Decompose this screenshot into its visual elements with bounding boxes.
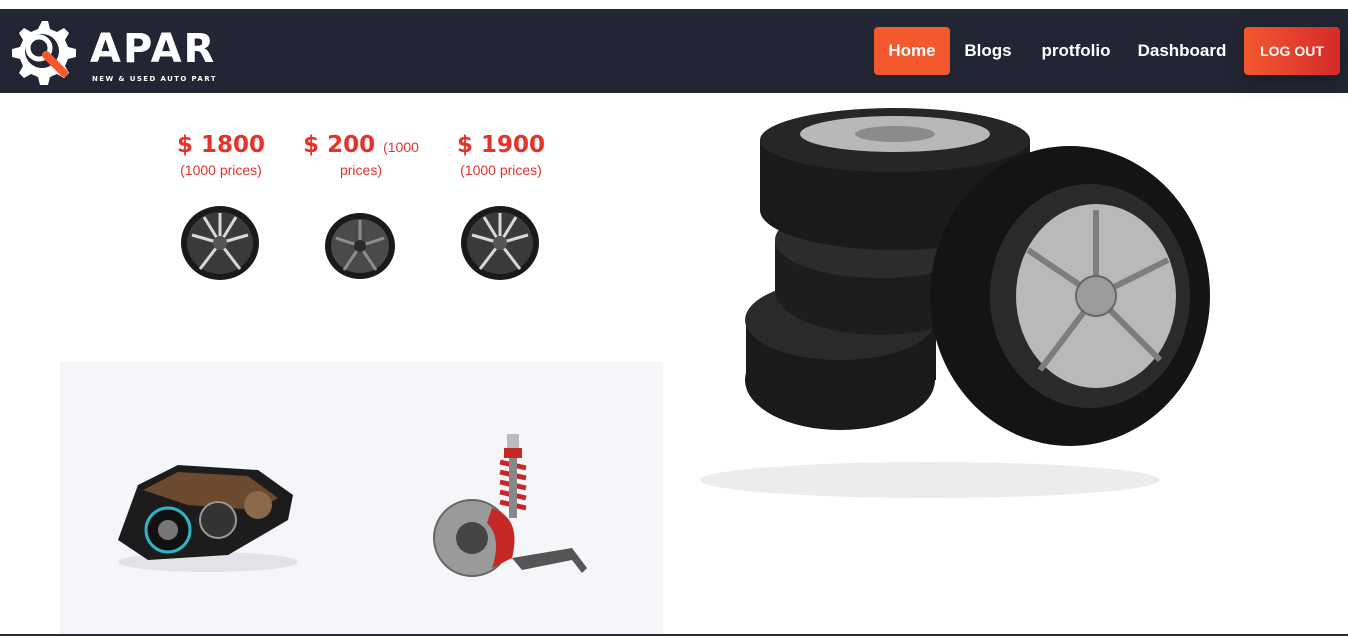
parts-panel (60, 362, 663, 634)
brake-suspension-image[interactable] (432, 428, 592, 588)
gear-wrench-logo-icon (12, 21, 76, 85)
nav-home[interactable]: Home (874, 27, 950, 75)
brand-name: APAR (90, 26, 217, 72)
navbar: APAR NEW & USED AUTO PART Home Blogs pro… (0, 9, 1348, 93)
price-amount-value: $ 200 (303, 132, 376, 158)
price-note-inline: (1000 (383, 139, 419, 155)
top-strip (0, 0, 1348, 9)
price-amount: $ 1900 (456, 132, 546, 158)
price-note: (1000 prices) (180, 162, 262, 178)
alloy-wheel-image[interactable] (324, 212, 396, 280)
nav-portfolio[interactable]: protfolio (1036, 27, 1116, 75)
alloy-wheel-image[interactable] (180, 205, 260, 281)
logout-button[interactable]: LOG OUT (1244, 27, 1340, 75)
price-card: $ 1800 (1000 prices) (156, 132, 286, 178)
brand-tagline: NEW & USED AUTO PART (92, 75, 217, 83)
headlight-image[interactable] (108, 450, 308, 580)
price-amount: $ 1800 (176, 132, 266, 158)
brand-logo[interactable]: APAR NEW & USED AUTO PART (8, 17, 228, 87)
nav-blogs[interactable]: Blogs (960, 27, 1016, 75)
nav-dashboard[interactable]: Dashboard (1132, 27, 1232, 75)
price-amount: $ 200 (1000 (296, 132, 426, 158)
price-note: (1000 prices) (460, 162, 542, 178)
price-note: prices) (339, 162, 382, 178)
alloy-wheel-image[interactable] (460, 205, 540, 281)
tire-stack-image[interactable] (690, 100, 1250, 510)
price-card: $ 200 (1000 prices) (296, 132, 426, 178)
price-card: $ 1900 (1000 prices) (436, 132, 566, 178)
